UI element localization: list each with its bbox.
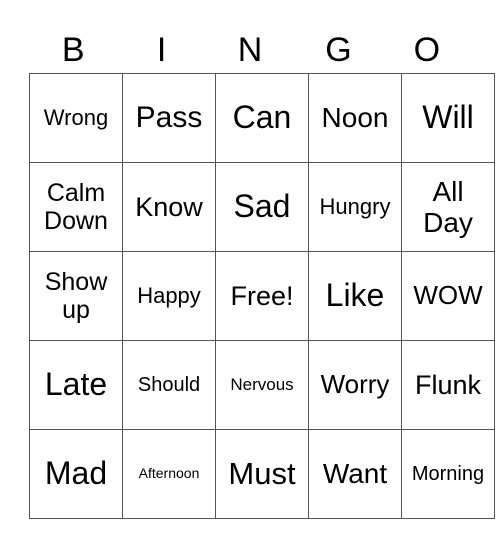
- bingo-cell[interactable]: Hungry: [308, 162, 402, 252]
- bingo-cell[interactable]: Mad: [29, 429, 123, 519]
- bingo-cell[interactable]: Know: [122, 162, 216, 252]
- bingo-cell[interactable]: Show up: [29, 251, 123, 341]
- bingo-cell[interactable]: Morning: [401, 429, 495, 519]
- bingo-cell[interactable]: WOW: [401, 251, 495, 341]
- bingo-cell[interactable]: Wrong: [29, 73, 123, 163]
- bingo-cell[interactable]: Pass: [122, 73, 216, 163]
- bingo-row: Show up Happy Free! Like WOW: [29, 251, 495, 341]
- bingo-cell[interactable]: Late: [29, 340, 123, 430]
- bingo-row: Calm Down Know Sad Hungry All Day: [29, 162, 495, 252]
- bingo-cell[interactable]: Calm Down: [29, 162, 123, 252]
- header-letter-o: O: [413, 31, 441, 69]
- bingo-cell[interactable]: Like: [308, 251, 402, 341]
- bingo-cell[interactable]: Free!: [215, 251, 309, 341]
- bingo-cell[interactable]: All Day: [401, 162, 495, 252]
- header-letter-n: N: [237, 31, 263, 69]
- header-letter-b: B: [61, 31, 85, 69]
- bingo-cell[interactable]: Must: [215, 429, 309, 519]
- bingo-cell[interactable]: Noon: [308, 73, 402, 163]
- bingo-cell[interactable]: Can: [215, 73, 309, 163]
- bingo-cell[interactable]: Should: [122, 340, 216, 430]
- bingo-grid: Wrong Pass Can Noon Will Calm Down Know Sad Hung…: [29, 73, 495, 519]
- bingo-header: B I N G O: [29, 28, 471, 72]
- bingo-cell[interactable]: Sad: [215, 162, 309, 252]
- header-letter-i: I: [156, 31, 167, 69]
- bingo-row: Mad Afternoon Must Want Morning: [29, 429, 495, 519]
- bingo-cell[interactable]: Want: [308, 429, 402, 519]
- bingo-cell[interactable]: Flunk: [401, 340, 495, 430]
- bingo-cell[interactable]: Afternoon: [122, 429, 216, 519]
- header-letter-g: G: [325, 31, 352, 69]
- bingo-row: Late Should Nervous Worry Flunk: [29, 340, 495, 430]
- bingo-cell[interactable]: Will: [401, 73, 495, 163]
- bingo-cell[interactable]: Happy: [122, 251, 216, 341]
- bingo-cell[interactable]: Nervous: [215, 340, 309, 430]
- bingo-cell[interactable]: Worry: [308, 340, 402, 430]
- bingo-row: Wrong Pass Can Noon Will: [29, 73, 495, 163]
